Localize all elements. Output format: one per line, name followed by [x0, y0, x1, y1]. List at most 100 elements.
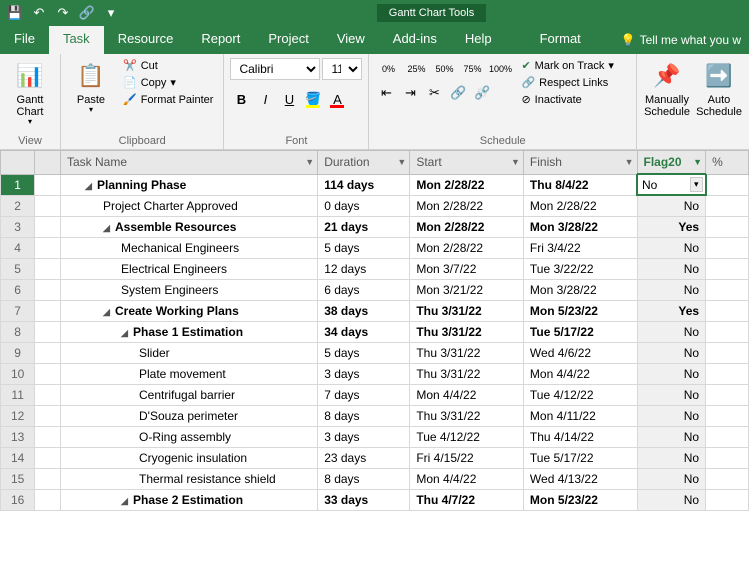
task-name-cell[interactable]: Slider: [61, 343, 318, 364]
flag20-cell[interactable]: No: [637, 406, 706, 427]
pct-cell[interactable]: [706, 427, 749, 448]
col-flag20[interactable]: Flag20▼: [637, 151, 706, 175]
finish-cell[interactable]: Wed 4/6/22: [523, 343, 637, 364]
flag20-cell[interactable]: No: [637, 427, 706, 448]
start-cell[interactable]: Thu 3/31/22: [410, 343, 524, 364]
start-cell[interactable]: Tue 4/12/22: [410, 427, 524, 448]
task-name-cell[interactable]: Centrifugal barrier: [61, 385, 318, 406]
underline-button[interactable]: U: [278, 88, 300, 110]
finish-cell[interactable]: Mon 4/4/22: [523, 364, 637, 385]
finish-cell[interactable]: Mon 5/23/22: [523, 301, 637, 322]
start-cell[interactable]: Mon 2/28/22: [410, 174, 524, 195]
pct-cell[interactable]: [706, 174, 749, 195]
task-name-cell[interactable]: Thermal resistance shield: [61, 469, 318, 490]
pct-cell[interactable]: [706, 406, 749, 427]
flag20-cell[interactable]: No: [637, 322, 706, 343]
table-row[interactable]: 14Cryogenic insulation23 daysFri 4/15/22…: [1, 448, 749, 469]
finish-cell[interactable]: Tue 3/22/22: [523, 259, 637, 280]
tab-view[interactable]: View: [323, 26, 379, 54]
row-number[interactable]: 12: [1, 406, 35, 427]
row-number[interactable]: 4: [1, 238, 35, 259]
chevron-down-icon[interactable]: ▼: [397, 157, 406, 167]
indicators-cell[interactable]: [35, 448, 61, 469]
outdent-button[interactable]: ⇤: [375, 82, 397, 104]
flag20-cell[interactable]: No: [637, 195, 706, 217]
indicators-header[interactable]: [35, 151, 61, 175]
split-task-button[interactable]: ✂: [423, 82, 445, 104]
chevron-down-icon[interactable]: ▼: [305, 157, 314, 167]
tab-project[interactable]: Project: [254, 26, 322, 54]
pct-cell[interactable]: [706, 364, 749, 385]
link-icon[interactable]: 🔗: [78, 4, 96, 22]
task-name-cell[interactable]: D'Souza perimeter: [61, 406, 318, 427]
indicators-cell[interactable]: [35, 490, 61, 511]
tab-report[interactable]: Report: [187, 26, 254, 54]
finish-cell[interactable]: Mon 4/11/22: [523, 406, 637, 427]
pct-cell[interactable]: [706, 490, 749, 511]
duration-cell[interactable]: 12 days: [318, 259, 410, 280]
bold-button[interactable]: B: [230, 88, 252, 110]
task-name-cell[interactable]: O-Ring assembly: [61, 427, 318, 448]
start-cell[interactable]: Thu 3/31/22: [410, 364, 524, 385]
collapse-icon[interactable]: ◢: [103, 307, 113, 318]
table-row[interactable]: 13O-Ring assembly3 daysTue 4/12/22Thu 4/…: [1, 427, 749, 448]
row-number[interactable]: 13: [1, 427, 35, 448]
task-name-cell[interactable]: Plate movement: [61, 364, 318, 385]
paste-button[interactable]: 📋 Paste ▾: [67, 58, 115, 117]
table-row[interactable]: 8◢Phase 1 Estimation34 daysThu 3/31/22Tu…: [1, 322, 749, 343]
start-cell[interactable]: Mon 3/21/22: [410, 280, 524, 301]
pct-100-button[interactable]: 100%: [487, 58, 513, 80]
row-number[interactable]: 5: [1, 259, 35, 280]
row-number[interactable]: 1: [1, 174, 35, 195]
flag20-cell[interactable]: No: [637, 448, 706, 469]
table-row[interactable]: 9Slider5 daysThu 3/31/22Wed 4/6/22No: [1, 343, 749, 364]
pct-cell[interactable]: [706, 301, 749, 322]
indicators-cell[interactable]: [35, 301, 61, 322]
col-duration[interactable]: Duration▼: [318, 151, 410, 175]
collapse-icon[interactable]: ◢: [121, 328, 131, 339]
indicators-cell[interactable]: [35, 259, 61, 280]
tab-file[interactable]: File: [0, 26, 49, 54]
duration-cell[interactable]: 34 days: [318, 322, 410, 343]
fill-color-button[interactable]: 🪣: [302, 88, 324, 110]
pct-cell[interactable]: [706, 238, 749, 259]
tell-me-search[interactable]: 💡 Tell me what you w: [613, 26, 749, 54]
cut-button[interactable]: ✂️Cut: [119, 58, 217, 73]
pct-cell[interactable]: [706, 469, 749, 490]
auto-schedule-button[interactable]: ➡️ Auto Schedule: [695, 58, 743, 120]
indicators-cell[interactable]: [35, 469, 61, 490]
col-task-name[interactable]: Task Name▼: [61, 151, 318, 175]
finish-cell[interactable]: Tue 4/12/22: [523, 385, 637, 406]
task-name-cell[interactable]: Cryogenic insulation: [61, 448, 318, 469]
finish-cell[interactable]: Fri 3/4/22: [523, 238, 637, 259]
pct-cell[interactable]: [706, 448, 749, 469]
table-row[interactable]: 5Electrical Engineers12 daysMon 3/7/22Tu…: [1, 259, 749, 280]
col-percent[interactable]: %: [706, 151, 749, 175]
tab-addins[interactable]: Add-ins: [379, 26, 451, 54]
table-row[interactable]: 11Centrifugal barrier7 daysMon 4/4/22Tue…: [1, 385, 749, 406]
row-number[interactable]: 3: [1, 217, 35, 238]
table-row[interactable]: 12D'Souza perimeter8 daysThu 3/31/22Mon …: [1, 406, 749, 427]
task-name-cell[interactable]: Electrical Engineers: [61, 259, 318, 280]
col-finish[interactable]: Finish▼: [523, 151, 637, 175]
pct-50-button[interactable]: 50%: [431, 58, 457, 80]
flag20-cell[interactable]: No: [637, 343, 706, 364]
flag20-cell[interactable]: Yes: [637, 301, 706, 322]
table-row[interactable]: 7◢Create Working Plans38 daysThu 3/31/22…: [1, 301, 749, 322]
finish-cell[interactable]: Mon 3/28/22: [523, 280, 637, 301]
manually-schedule-button[interactable]: 📌 Manually Schedule: [643, 58, 691, 120]
pct-25-button[interactable]: 25%: [403, 58, 429, 80]
tab-task[interactable]: Task: [49, 26, 104, 54]
indicators-cell[interactable]: [35, 364, 61, 385]
row-number[interactable]: 6: [1, 280, 35, 301]
table-row[interactable]: 2Project Charter Approved0 daysMon 2/28/…: [1, 195, 749, 217]
task-name-cell[interactable]: ◢Planning Phase: [61, 174, 318, 195]
chevron-down-icon[interactable]: ▼: [625, 157, 634, 167]
start-cell[interactable]: Mon 2/28/22: [410, 217, 524, 238]
start-cell[interactable]: Thu 3/31/22: [410, 406, 524, 427]
duration-cell[interactable]: 33 days: [318, 490, 410, 511]
collapse-icon[interactable]: ◢: [85, 181, 95, 192]
finish-cell[interactable]: Mon 5/23/22: [523, 490, 637, 511]
indicators-cell[interactable]: [35, 280, 61, 301]
indicators-cell[interactable]: [35, 322, 61, 343]
